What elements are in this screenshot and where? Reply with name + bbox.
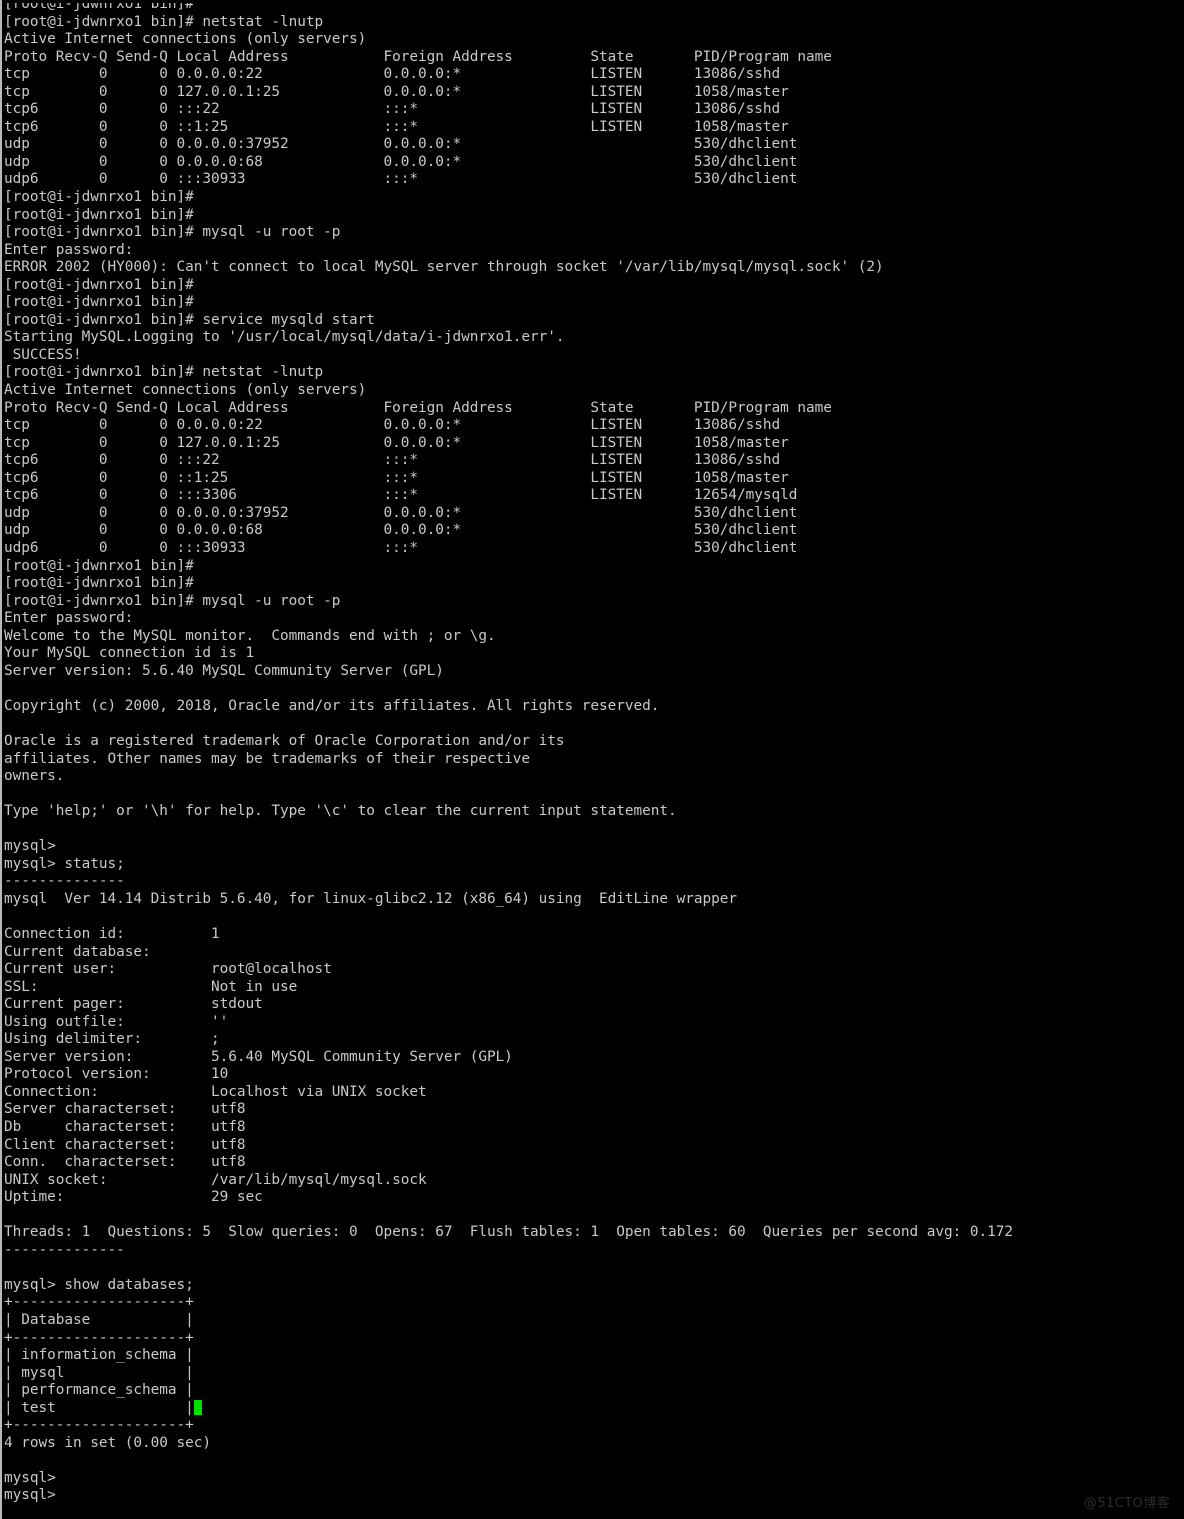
terminal-line: [root@i-jdwnrxo1 bin]# <box>4 557 194 574</box>
terminal-line: | test | <box>4 1399 1184 1418</box>
terminal-line: Using delimiter: ; <box>4 1031 220 1048</box>
terminal-line: tcp 0 0 127.0.0.1:25 0.0.0.0:* LISTEN 10… <box>4 434 789 451</box>
terminal-screen[interactable]: [root@i-jdwnrxo1 bin]# [root@i-jdwnrxo1 b… <box>4 0 1184 1505</box>
terminal-line: [root@i-jdwnrxo1 bin]# mysql -u root -p <box>4 224 341 241</box>
terminal-line: Current pager: stdout <box>4 996 263 1013</box>
terminal-line: | Database | <box>4 1312 194 1329</box>
terminal-line: [root@i-jdwnrxo1 bin]# mysql -u root -p <box>4 592 341 609</box>
terminal-line: udp 0 0 0.0.0.0:37952 0.0.0.0:* 530/dhcl… <box>4 504 798 521</box>
terminal-line: mysql> <box>4 838 56 855</box>
terminal-line: | information_schema | <box>4 1347 194 1364</box>
terminal-line: +--------------------+ <box>4 1294 194 1311</box>
terminal-line: 4 rows in set (0.00 sec) <box>4 1434 211 1451</box>
terminal-line: affiliates. Other names may be trademark… <box>4 750 531 767</box>
terminal-line: Server version: 5.6.40 MySQL Community S… <box>4 662 444 679</box>
terminal-line: owners. <box>4 768 65 785</box>
terminal-line: Connection: Localhost via UNIX socket <box>4 1083 427 1100</box>
terminal-line: Db characterset: utf8 <box>4 1119 246 1135</box>
terminal-line: Current user: root@localhost <box>4 961 332 978</box>
terminal-line: Proto Recv-Q Send-Q Local Address Foreig… <box>4 48 832 65</box>
terminal-line: Active Internet connections (only server… <box>4 382 367 399</box>
terminal-line: +--------------------+ <box>4 1417 194 1434</box>
terminal-line: Server version: 5.6.40 MySQL Community S… <box>4 1048 513 1065</box>
terminal-line: -------------- <box>4 1241 125 1258</box>
terminal-line: [root@i-jdwnrxo1 bin]# <box>4 206 194 223</box>
terminal-line: [root@i-jdwnrxo1 bin]# <box>4 276 194 293</box>
terminal-line: tcp 0 0 0.0.0.0:22 0.0.0.0:* LISTEN 1308… <box>4 66 781 83</box>
terminal-line: Conn. characterset: utf8 <box>4 1154 246 1171</box>
terminal-line: udp6 0 0 :::30933 :::* 530/dhclient <box>4 539 798 556</box>
terminal-line: Threads: 1 Questions: 5 Slow queries: 0 … <box>4 1224 1013 1241</box>
terminal-line: | performance_schema | <box>4 1382 194 1399</box>
terminal-line: | mysql | <box>4 1364 194 1381</box>
terminal-window[interactable]: [root@i-jdwnrxo1 bin]# [root@i-jdwnrxo1 b… <box>0 0 1184 1519</box>
text-cursor <box>193 1399 203 1415</box>
terminal-line: Your MySQL connection id is 1 <box>4 645 255 662</box>
terminal-line: [root@i-jdwnrxo1 bin]# service mysqld st… <box>4 311 375 328</box>
terminal-line: Current database: <box>4 943 151 960</box>
terminal-line: -------------- <box>4 873 125 890</box>
terminal-line: Oracle is a registered trademark of Orac… <box>4 732 565 749</box>
terminal-line: ERROR 2002 (HY000): Can't connect to loc… <box>4 259 884 276</box>
terminal-line: Starting MySQL.Logging to '/usr/local/my… <box>4 329 565 346</box>
terminal-line: tcp 0 0 0.0.0.0:22 0.0.0.0:* LISTEN 1308… <box>4 417 781 434</box>
terminal-line: mysql> <box>4 1469 56 1486</box>
terminal-line: Welcome to the MySQL monitor. Commands e… <box>4 627 496 644</box>
terminal-line: tcp6 0 0 :::22 :::* LISTEN 13086/sshd <box>4 452 781 469</box>
top-edge-clip <box>2 0 1184 3</box>
terminal-line: Uptime: 29 sec <box>4 1189 263 1206</box>
terminal-line: Using outfile: '' <box>4 1013 229 1030</box>
terminal-line: [root@i-jdwnrxo1 bin]# <box>4 575 194 592</box>
terminal-line: SUCCESS! <box>4 346 82 363</box>
terminal-line: mysql Ver 14.14 Distrib 5.6.40, for linu… <box>4 890 738 907</box>
terminal-line: Protocol version: 10 <box>4 1066 229 1083</box>
terminal-line: [root@i-jdwnrxo1 bin]# <box>4 294 194 311</box>
watermark-label: @51CTO博客 <box>1084 1496 1170 1511</box>
terminal-line: Enter password: <box>4 610 134 627</box>
terminal-line: SSL: Not in use <box>4 978 298 995</box>
terminal-line: tcp6 0 0 ::1:25 :::* LISTEN 1058/master <box>4 118 789 135</box>
terminal-line: Type 'help;' or '\h' for help. Type '\c'… <box>4 803 677 820</box>
terminal-line: Client characterset: utf8 <box>4 1136 246 1153</box>
terminal-line: mysql> status; <box>4 855 125 872</box>
terminal-line: tcp6 0 0 :::3306 :::* LISTEN 12654/mysql… <box>4 487 798 504</box>
terminal-line: udp 0 0 0.0.0.0:68 0.0.0.0:* 530/dhclien… <box>4 522 798 539</box>
terminal-line: Enter password: <box>4 241 134 258</box>
terminal-line: mysql> show databases; <box>4 1276 194 1293</box>
terminal-line: +--------------------+ <box>4 1329 194 1346</box>
terminal-line: UNIX socket: /var/lib/mysql/mysql.sock <box>4 1171 427 1188</box>
terminal-line: mysql> <box>4 1487 65 1504</box>
terminal-line: Copyright (c) 2000, 2018, Oracle and/or … <box>4 697 660 714</box>
terminal-line: Server characterset: utf8 <box>4 1101 246 1118</box>
terminal-line: Proto Recv-Q Send-Q Local Address Foreig… <box>4 399 832 416</box>
terminal-line: [root@i-jdwnrxo1 bin]# netstat -lnutp <box>4 364 324 381</box>
terminal-line: udp 0 0 0.0.0.0:37952 0.0.0.0:* 530/dhcl… <box>4 136 798 153</box>
terminal-line: udp6 0 0 :::30933 :::* 530/dhclient <box>4 171 798 188</box>
terminal-line: tcp6 0 0 ::1:25 :::* LISTEN 1058/master <box>4 469 789 486</box>
terminal-line: Connection id: 1 <box>4 925 220 942</box>
terminal-line: tcp 0 0 127.0.0.1:25 0.0.0.0:* LISTEN 10… <box>4 83 789 100</box>
terminal-line: tcp6 0 0 :::22 :::* LISTEN 13086/sshd <box>4 101 781 118</box>
terminal-line: udp 0 0 0.0.0.0:68 0.0.0.0:* 530/dhclien… <box>4 153 798 170</box>
terminal-line: [root@i-jdwnrxo1 bin]# <box>4 189 194 206</box>
terminal-line: Active Internet connections (only server… <box>4 31 367 48</box>
terminal-line: [root@i-jdwnrxo1 bin]# netstat -lnutp <box>4 13 324 30</box>
